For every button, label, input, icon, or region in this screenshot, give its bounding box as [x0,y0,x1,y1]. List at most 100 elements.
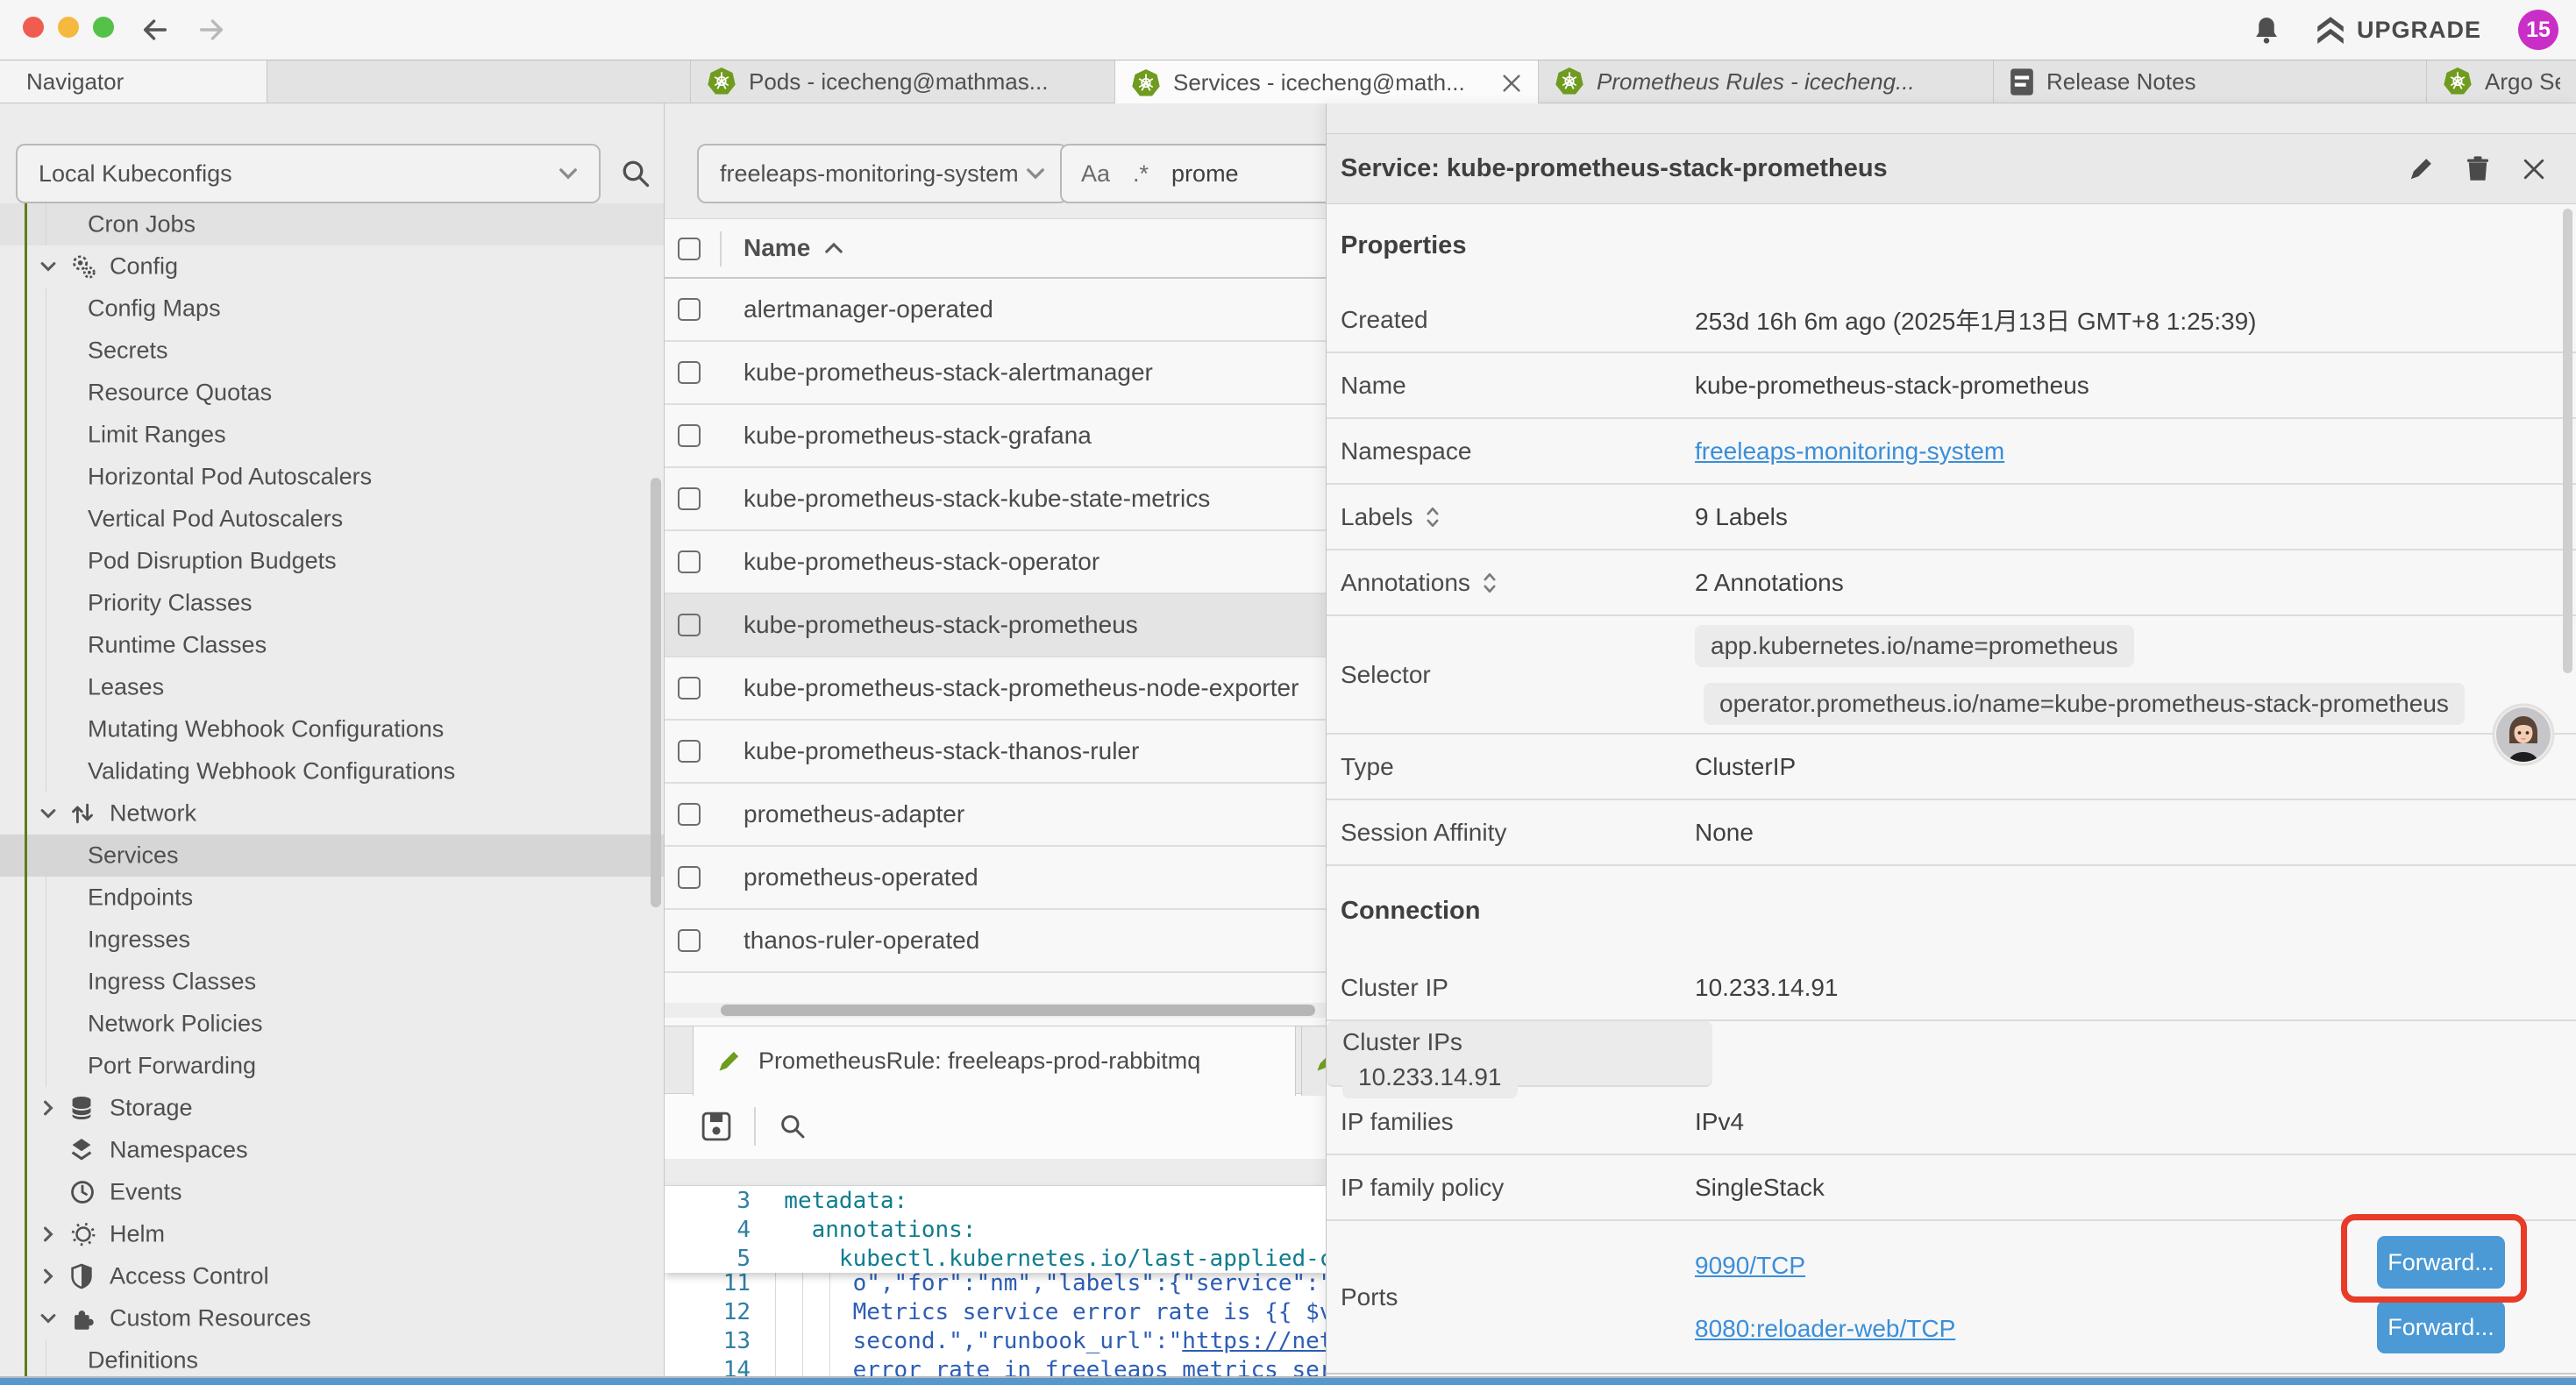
sidebar-item-pod-disruption-budgets[interactable]: Pod Disruption Budgets [0,540,664,582]
name-column-header[interactable]: Name [744,234,843,262]
sidebar-item-custom-resources[interactable]: Custom Resources [0,1297,664,1339]
sidebar-item-config-maps[interactable]: Config Maps [0,288,664,330]
sidebar-item-cron-jobs[interactable]: Cron Jobs [0,203,664,245]
back-icon[interactable] [140,15,170,45]
row-checkbox[interactable] [678,677,701,700]
row-checkbox[interactable] [678,929,701,952]
horizontal-scrollbar[interactable] [721,1005,1315,1016]
table-row[interactable]: alertmanager-operated [665,279,1326,342]
table-row[interactable]: kube-prometheus-stack-prometheus-node-ex… [665,657,1326,721]
sidebar-item-ingress-classes[interactable]: Ingress Classes [0,961,664,1003]
code-link[interactable]: https://net [1182,1328,1326,1354]
sidebar-item-leases[interactable]: Leases [0,666,664,708]
sidebar-item-events[interactable]: Events [0,1171,664,1213]
row-checkbox[interactable] [678,740,701,763]
row-checkbox[interactable] [678,487,701,510]
row-checkbox[interactable] [678,298,701,321]
notification-badge[interactable]: 15 [2518,10,2558,50]
row-checkbox[interactable] [678,424,701,447]
sort-updown-icon[interactable] [1426,506,1440,529]
edit-icon[interactable] [2408,156,2434,182]
upgrade-button[interactable]: UPGRADE [2316,16,2481,44]
sort-updown-icon[interactable] [1483,572,1497,594]
port-link[interactable]: 9090/TCP [1695,1252,1805,1280]
tab-services-icecheng-math[interactable]: Services - icecheng@math... [1114,60,1538,105]
minimize-window-button[interactable] [58,17,79,38]
editor-tab-partial[interactable] [1301,1026,1326,1096]
yaml-editor[interactable]: 11 o","for":"nm","labels":{"service":"12… [665,1186,1326,1385]
regex-toggle[interactable]: .* [1133,160,1149,188]
tab-release-notes[interactable]: Release Notes [1993,60,2426,103]
close-icon[interactable] [2522,157,2546,181]
sidebar-item-resource-quotas[interactable]: Resource Quotas [0,372,664,414]
chevron-down-icon[interactable] [39,804,58,823]
tab-argo-se[interactable]: Argo Se [2426,60,2576,103]
tab-pods-icecheng-mathmas[interactable]: Pods - icecheng@mathmas... [690,60,1114,103]
kubeconfig-selector[interactable]: Local Kubeconfigs [16,144,601,203]
chevron-down-icon[interactable] [39,1309,58,1328]
sidebar-item-network-policies[interactable]: Network Policies [0,1003,664,1045]
tab-prometheus-rules-icecheng[interactable]: Prometheus Rules - icecheng... [1538,60,1993,103]
table-row[interactable]: prometheus-operated [665,847,1326,910]
namespace-selector[interactable]: freeleaps-monitoring-system [697,144,1068,203]
select-all-checkbox[interactable] [678,238,701,260]
detail-label-text: Type [1341,753,1394,781]
chevron-down-icon[interactable] [39,257,58,276]
tab-navigator[interactable]: Navigator [0,60,267,103]
table-row[interactable]: kube-prometheus-stack-thanos-ruler [665,721,1326,784]
table-row[interactable]: kube-prometheus-stack-operator [665,531,1326,594]
sidebar-item-horizontal-pod-autoscalers[interactable]: Horizontal Pod Autoscalers [0,456,664,498]
sidebar-item-config[interactable]: Config [0,245,664,288]
row-checkbox[interactable] [678,803,701,826]
row-checkbox[interactable] [678,550,701,573]
sidebar-item-helm[interactable]: Helm [0,1213,664,1255]
sidebar-item-runtime-classes[interactable]: Runtime Classes [0,624,664,666]
sidebar-item-ingresses[interactable]: Ingresses [0,919,664,961]
namespace-link[interactable]: freeleaps-monitoring-system [1695,437,2004,465]
sidebar-item-priority-classes[interactable]: Priority Classes [0,582,664,624]
table-row[interactable]: prometheus-adapter [665,784,1326,847]
table-row[interactable]: kube-prometheus-stack-kube-state-metrics [665,468,1326,531]
sidebar-item-access-control[interactable]: Access Control [0,1255,664,1297]
sidebar-item-vertical-pod-autoscalers[interactable]: Vertical Pod Autoscalers [0,498,664,540]
search-icon[interactable] [620,158,651,189]
close-tab-icon[interactable] [1501,73,1522,94]
sidebar-item-services[interactable]: Services [0,835,664,877]
delete-icon[interactable] [2466,155,2490,183]
chevron-right-icon[interactable] [39,1098,58,1118]
save-icon[interactable] [701,1112,731,1141]
sidebar-item-mutating-webhook-configurations[interactable]: Mutating Webhook Configurations [0,708,664,750]
sidebar-item-secrets[interactable]: Secrets [0,330,664,372]
sidebar-item-storage[interactable]: Storage [0,1087,664,1129]
bell-icon[interactable] [2253,16,2280,45]
row-checkbox[interactable] [678,866,701,889]
table-row[interactable]: kube-prometheus-stack-grafana [665,405,1326,468]
forward-icon[interactable] [196,15,226,45]
port-link[interactable]: 8080:reloader-web/TCP [1695,1315,1955,1343]
table-row[interactable]: kube-prometheus-stack-alertmanager [665,342,1326,405]
sidebar-item-port-forwarding[interactable]: Port Forwarding [0,1045,664,1087]
search-icon[interactable] [779,1112,807,1140]
detail-scrollbar[interactable] [2563,209,2572,673]
sidebar-item-limit-ranges[interactable]: Limit Ranges [0,414,664,456]
table-row[interactable]: kube-prometheus-stack-prometheus [665,594,1326,657]
sidebar-item-network[interactable]: Network [0,792,664,835]
chevron-right-icon[interactable] [39,1225,58,1244]
close-window-button[interactable] [23,17,44,38]
sidebar-item-definitions[interactable]: Definitions [0,1339,664,1381]
sidebar-item-endpoints[interactable]: Endpoints [0,877,664,919]
sidebar-item-validating-webhook-configurations[interactable]: Validating Webhook Configurations [0,750,664,792]
search-input[interactable]: Aa .* prome [1060,144,1326,203]
maximize-window-button[interactable] [93,17,114,38]
sidebar-item-namespaces[interactable]: Namespaces [0,1129,664,1171]
chevron-right-icon[interactable] [39,1267,58,1286]
sidebar-scrollbar[interactable] [651,478,661,907]
case-sensitive-toggle[interactable]: Aa [1081,160,1110,188]
forward-button[interactable]: Forward... [2377,1301,2505,1353]
forward-button[interactable]: Forward... [2377,1236,2505,1289]
avatar[interactable] [2492,703,2555,766]
editor-tab-prometheusrule[interactable]: PrometheusRule: freeleaps-prod-rabbitmq [693,1026,1296,1096]
table-row[interactable]: thanos-ruler-operated [665,910,1326,973]
row-checkbox[interactable] [678,361,701,384]
row-checkbox[interactable] [678,614,701,636]
